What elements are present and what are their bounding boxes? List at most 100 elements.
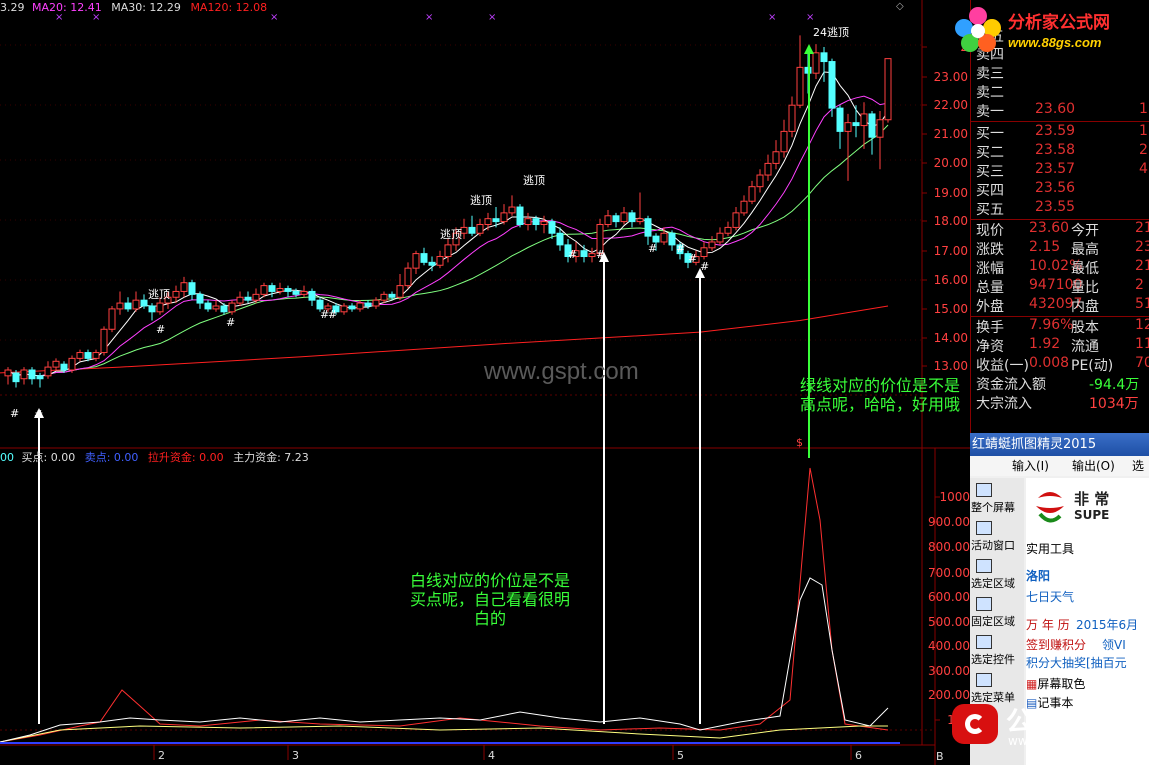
tools-heading: 实用工具 <box>1026 542 1075 556</box>
date-label: 4 <box>488 749 495 762</box>
candle-body <box>308 290 316 301</box>
capture-mode-icon <box>976 635 992 649</box>
screen-color-item[interactable]: ▦屏幕取色 <box>1026 675 1085 692</box>
quote-value: 23.55 <box>1035 199 1076 215</box>
escape-top-marker: 逃顶 <box>148 288 170 301</box>
candle-body <box>60 363 68 371</box>
candle-body <box>620 212 628 223</box>
lottery-link[interactable]: 积分大抽奖[抽百元 <box>1026 654 1127 671</box>
candle-body <box>76 352 84 359</box>
capture-mode-button[interactable]: 整个屏幕 <box>970 480 1024 518</box>
candle-body <box>668 232 676 246</box>
main-fund-line <box>0 725 888 743</box>
candle-body <box>516 206 524 226</box>
quote-label: 最高 <box>1071 242 1099 258</box>
quote-value-2: 11.9 <box>1135 336 1149 352</box>
capture-mode-button[interactable]: 活动窗口 <box>970 518 1024 556</box>
capture-mode-button[interactable]: 选定区域 <box>970 556 1024 594</box>
candle-body <box>132 299 140 310</box>
date-label: 2 <box>158 749 165 762</box>
quote-value: -94.4万 <box>1089 377 1140 393</box>
quote-value: 7.96% <box>1029 317 1074 333</box>
quote-value: 23.60 <box>1035 101 1076 117</box>
vip-link[interactable]: 领VI <box>1102 636 1126 653</box>
indicator-prefix: 00 <box>0 451 14 464</box>
quote-label: 买三 <box>976 164 1004 180</box>
candle-body <box>820 52 828 63</box>
candle-body <box>836 107 844 132</box>
ma5-line <box>7 71 889 377</box>
window-menu: 输入(I) 输出(O) 选项 <box>970 456 1149 493</box>
quote-stat-row: 现价 23.60 今开 21 <box>971 220 1149 239</box>
candle-body <box>68 357 76 371</box>
candle-body <box>708 241 716 249</box>
axis-corner-label: B <box>936 750 944 763</box>
site-logo: 分析家公式网 www.88gs.com <box>950 0 1149 60</box>
menu-output[interactable]: 输出(O) <box>1072 456 1115 476</box>
windows-icon: ▦ <box>1026 677 1038 691</box>
sell-level-row: 卖一 23.60 1 <box>971 101 1149 120</box>
candle-body <box>500 212 508 223</box>
brand-logo-icon <box>1036 492 1064 523</box>
menu-input[interactable]: 输入(I) <box>1012 456 1049 476</box>
candle-body <box>844 122 852 132</box>
capture-mode-button[interactable]: 固定区域 <box>970 594 1024 632</box>
green-line-annotation: 绿线对应的价位是不是 高点呢，哈哈，好用哦 <box>800 376 960 414</box>
price-tick-label: 20.00 <box>934 156 968 170</box>
candle-body <box>100 328 108 354</box>
points-link[interactable]: 签到赚积分 <box>1026 636 1086 653</box>
quote-value: 23.60 <box>1029 220 1070 236</box>
quote-label: 今开 <box>1071 223 1099 239</box>
candle-body <box>884 58 892 121</box>
candle-body <box>404 267 412 287</box>
divider <box>971 121 1149 122</box>
candle-body <box>604 215 612 226</box>
candle-body <box>108 308 116 330</box>
candle-body <box>220 305 228 313</box>
window-title[interactable]: 红蜻蜓抓图精灵2015 <box>970 433 1149 456</box>
volume-tick-label: 500.00 <box>928 615 970 629</box>
quote-label: 最低 <box>1071 261 1099 277</box>
quote-label: 内盘 <box>1071 299 1099 315</box>
calendar-link[interactable]: 万 年 历 <box>1026 616 1070 633</box>
weather-link[interactable]: 七日天气 <box>1026 588 1074 605</box>
capture-mode-button[interactable]: 选定控件 <box>970 632 1024 670</box>
quote-label: 净资 <box>976 339 1004 355</box>
white-annotation-line2: 买点呢，自己看看很明 <box>410 590 571 609</box>
lift-fund-value: 拉升资金: 0.00 <box>147 451 224 464</box>
candle-body <box>244 296 252 301</box>
quote-value-2: 12.7 <box>1135 317 1149 333</box>
quote-label: 买二 <box>976 145 1004 161</box>
hash-marker: # <box>328 308 337 321</box>
quote-label: 买四 <box>976 183 1004 199</box>
white-annotation-line3: 白的 <box>474 609 507 628</box>
quote-value-2: 4 <box>1139 161 1148 177</box>
price-tick-label: 17.00 <box>934 244 968 258</box>
ma-legend: 3.29 MA20: 12.41 MA30: 12.29 MA120: 12.0… <box>0 1 267 14</box>
candle-body <box>636 218 644 223</box>
price-tick-label: 14.00 <box>934 331 968 345</box>
volume-tick-label: 800.00 <box>928 540 970 554</box>
candle-body <box>740 200 748 214</box>
candle-body <box>252 293 260 301</box>
quote-stat-row: 涨幅 10.02% 最低 21 <box>971 258 1149 277</box>
candle-body <box>540 221 548 226</box>
candle-body <box>860 113 868 127</box>
volume-tick-label: 600.00 <box>928 590 970 604</box>
quote-stat-row: 总量 947100 量比 2 <box>971 277 1149 296</box>
candle-body <box>788 104 796 132</box>
candle-body <box>532 218 540 226</box>
price-tick-label: 23.00 <box>934 70 968 84</box>
quote-label: 流通 <box>1071 339 1099 355</box>
candle-body <box>524 218 532 226</box>
price-tick-label: 15.00 <box>934 302 968 316</box>
diamond-icon[interactable]: ◇ <box>896 1 904 12</box>
candle-body <box>764 162 772 176</box>
city-link[interactable]: 洛阳 <box>1026 567 1050 584</box>
buy-level-row: 买四 23.56 <box>971 180 1149 199</box>
candle-body <box>292 290 300 295</box>
candle-body <box>284 288 292 292</box>
quote-value: 23.59 <box>1035 123 1076 139</box>
quote-label: 卖二 <box>976 85 1004 101</box>
fund-flow-row: 大宗流入 1034万 <box>971 393 1149 412</box>
